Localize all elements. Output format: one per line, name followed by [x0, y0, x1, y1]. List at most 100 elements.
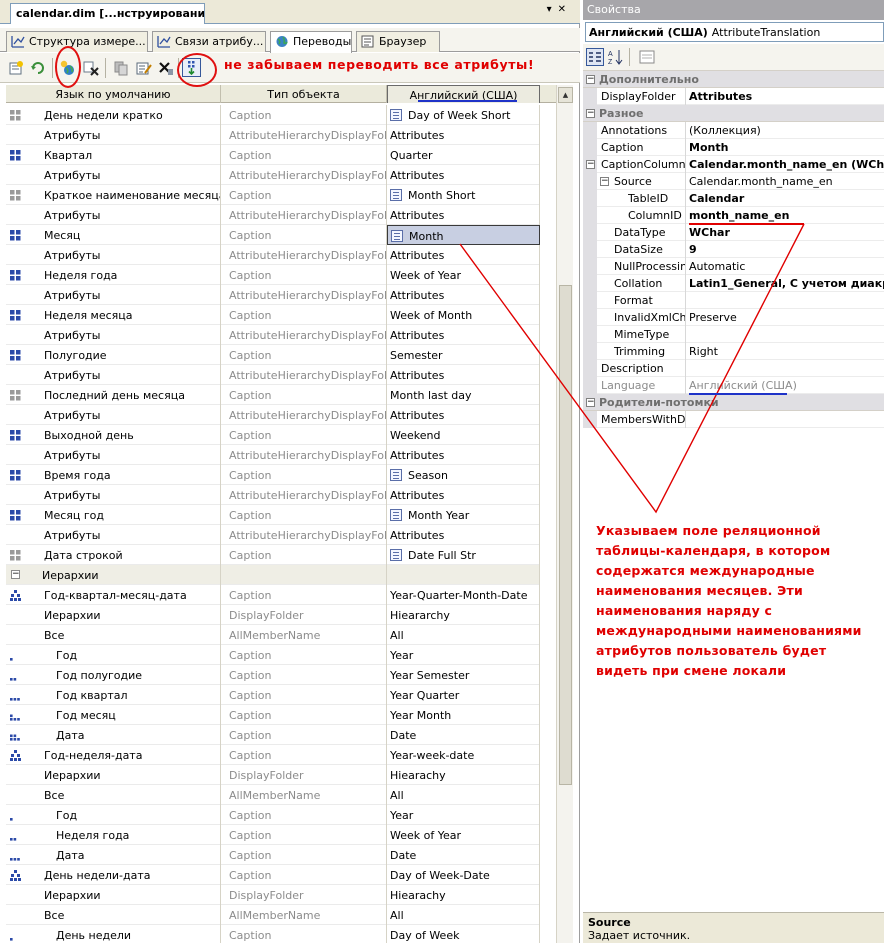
cell-english-translation[interactable]: Year-week-date: [387, 745, 540, 765]
table-row[interactable]: Год полугодие Caption Year Semester: [6, 665, 540, 685]
property-value[interactable]: Calendar.month_name_en: [686, 173, 884, 190]
property-row[interactable]: DataSize 9: [583, 241, 884, 258]
property-value[interactable]: Preserve: [686, 309, 884, 326]
table-row[interactable]: Иерархии DisplayFolder Hiearachy: [6, 885, 540, 905]
cell-default-language[interactable]: Месяц: [6, 225, 221, 245]
delete-icon[interactable]: [158, 60, 174, 76]
cell-english-translation[interactable]: Date: [387, 725, 540, 745]
property-value[interactable]: [686, 292, 884, 309]
table-row[interactable]: День недели-дата Caption Day of Week-Date: [6, 865, 540, 885]
table-row[interactable]: Год Caption Year: [6, 645, 540, 665]
group-row[interactable]: − Иерархии: [6, 565, 540, 585]
cell-default-language[interactable]: Последний день месяца: [6, 385, 221, 405]
cell-english-translation[interactable]: Year Semester: [387, 665, 540, 685]
scroll-up-button[interactable]: ▲: [558, 87, 573, 103]
cell-english-translation[interactable]: Year: [387, 805, 540, 825]
cell-default-language[interactable]: Дата: [6, 725, 221, 745]
table-row[interactable]: Атрибуты AttributeHierarchyDisplayFol... A…: [6, 245, 540, 265]
property-row[interactable]: Language Английский (США): [583, 377, 884, 394]
refresh-icon[interactable]: [30, 60, 46, 76]
table-row[interactable]: Атрибуты AttributeHierarchyDisplayFol... A…: [6, 365, 540, 385]
column-header-default-language[interactable]: Язык по умолчанию: [6, 85, 221, 103]
cell-english-translation[interactable]: Week of Year: [387, 825, 540, 845]
table-row[interactable]: Иерархии DisplayFolder Hiearachy: [6, 765, 540, 785]
cell-english-translation[interactable]: [387, 565, 540, 585]
table-row[interactable]: Атрибуты AttributeHierarchyDisplayFol... A…: [6, 405, 540, 425]
property-row[interactable]: ColumnID month_name_en: [583, 207, 884, 224]
table-row[interactable]: Все AllMemberName All: [6, 625, 540, 645]
cell-default-language[interactable]: Атрибуты: [6, 485, 221, 505]
property-row[interactable]: Caption Month: [583, 139, 884, 156]
table-row[interactable]: Время года Caption Season: [6, 465, 540, 485]
cell-default-language[interactable]: Все: [6, 625, 221, 645]
cell-english-translation[interactable]: Month Year: [387, 505, 540, 525]
cell-english-translation[interactable]: Attributes: [387, 445, 540, 465]
cell-default-language[interactable]: Год месяц: [6, 705, 221, 725]
grid-scrollbar[interactable]: ▲: [556, 85, 573, 943]
caption-column-icon[interactable]: [391, 230, 403, 242]
column-header-object-type[interactable]: Тип объекта: [221, 85, 387, 103]
property-row[interactable]: Trimming Right: [583, 343, 884, 360]
property-category[interactable]: − Родители-потомки: [583, 394, 884, 411]
table-row[interactable]: Неделя года Caption Week of Year: [6, 825, 540, 845]
property-row[interactable]: TableID Calendar: [583, 190, 884, 207]
table-row[interactable]: Год Caption Year: [6, 805, 540, 825]
table-row[interactable]: Краткое наименование месяца Caption Month …: [6, 185, 540, 205]
cell-default-language[interactable]: Иерархии: [6, 885, 221, 905]
cell-default-language[interactable]: Неделя года: [6, 265, 221, 285]
caption-column-icon[interactable]: [390, 549, 402, 561]
cell-default-language[interactable]: Все: [6, 785, 221, 805]
table-row[interactable]: Неделя года Caption Week of Year: [6, 265, 540, 285]
cell-english-translation[interactable]: Quarter: [387, 145, 540, 165]
property-row[interactable]: − CaptionColumn Calendar.month_name_en (WC…: [583, 156, 884, 173]
property-row[interactable]: DataType WChar: [583, 224, 884, 241]
table-row[interactable]: Иерархии DisplayFolder Hieararchy: [6, 605, 540, 625]
cell-default-language[interactable]: День недели кратко: [6, 105, 221, 125]
cell-default-language[interactable]: Месяц год: [6, 505, 221, 525]
property-row[interactable]: Collation Latin1_General, С учетом диакри…: [583, 275, 884, 292]
property-value[interactable]: Right: [686, 343, 884, 360]
cell-default-language[interactable]: Неделя года: [6, 825, 221, 845]
categorized-icon[interactable]: [586, 48, 604, 66]
cell-english-translation[interactable]: Semester: [387, 345, 540, 365]
property-row[interactable]: − Source Calendar.month_name_en: [583, 173, 884, 190]
property-value[interactable]: WChar: [686, 224, 884, 241]
cell-english-translation[interactable]: Date: [387, 845, 540, 865]
cell-english-translation[interactable]: Hiearachy: [387, 885, 540, 905]
cell-default-language[interactable]: Все: [6, 905, 221, 925]
cell-english-translation[interactable]: Month Short: [387, 185, 540, 205]
cell-english-translation[interactable]: Week of Year: [387, 265, 540, 285]
property-value[interactable]: [686, 411, 884, 428]
property-row[interactable]: InvalidXmlCharPreserve: [583, 309, 884, 326]
cell-default-language[interactable]: Время года: [6, 465, 221, 485]
table-row[interactable]: Месяц Caption Month: [6, 225, 540, 245]
caption-column-icon[interactable]: [390, 189, 402, 201]
cell-default-language[interactable]: Атрибуты: [6, 125, 221, 145]
cell-english-translation[interactable]: Month last day: [387, 385, 540, 405]
property-row[interactable]: MimeType: [583, 326, 884, 343]
table-row[interactable]: Дата строкой Caption Date Full Str: [6, 545, 540, 565]
cell-english-translation[interactable]: Day of Week: [387, 925, 540, 943]
tab-translations[interactable]: Переводы: [270, 31, 352, 53]
table-row[interactable]: Все AllMemberName All: [6, 785, 540, 805]
tab-browser[interactable]: Браузер: [356, 31, 440, 52]
cell-default-language[interactable]: Год-неделя-дата: [6, 745, 221, 765]
cell-english-translation[interactable]: Attributes: [387, 325, 540, 345]
scroll-thumb[interactable]: [559, 285, 572, 785]
cell-default-language[interactable]: Год: [6, 805, 221, 825]
table-row[interactable]: Год-квартал-месяц-дата Caption Year-Quarte…: [6, 585, 540, 605]
property-value[interactable]: Month: [686, 139, 884, 156]
property-value[interactable]: Automatic: [686, 258, 884, 275]
property-value[interactable]: 9: [686, 241, 884, 258]
table-row[interactable]: День недели кратко Caption Day of Week Sho…: [6, 105, 540, 125]
property-category[interactable]: − Дополнительно: [583, 71, 884, 88]
cell-english-translation[interactable]: Day of Week-Date: [387, 865, 540, 885]
cell-default-language[interactable]: Атрибуты: [6, 205, 221, 225]
cell-english-translation[interactable]: Attributes: [387, 165, 540, 185]
property-category[interactable]: − Разное: [583, 105, 884, 122]
new-translation-icon[interactable]: [8, 60, 24, 76]
property-row[interactable]: Format: [583, 292, 884, 309]
cell-default-language[interactable]: Краткое наименование месяца: [6, 185, 221, 205]
table-row[interactable]: Год месяц Caption Year Month: [6, 705, 540, 725]
delete-translation-icon[interactable]: [83, 60, 99, 76]
